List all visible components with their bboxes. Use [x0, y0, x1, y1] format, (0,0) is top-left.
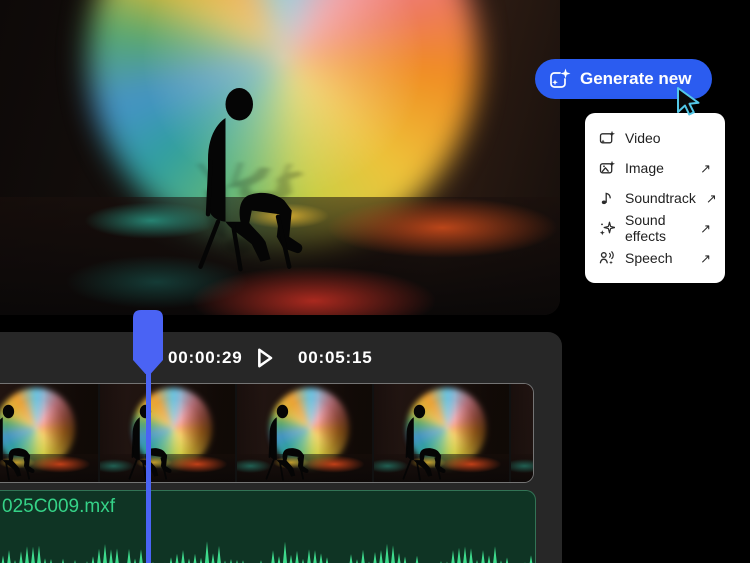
filmstrip-frame — [100, 384, 235, 482]
speech-icon — [599, 251, 614, 265]
video-clip-track[interactable] — [0, 383, 534, 483]
generate-dropdown-menu: Video Image ↗ Soundtrack ↗ Sound effects… — [585, 113, 725, 283]
music-note-icon — [601, 192, 611, 205]
timeline-panel: 00:00:29 00:05:15 025C009.mxf — [0, 332, 562, 563]
external-link-icon: ↗ — [700, 220, 711, 236]
playhead-handle[interactable] — [133, 310, 163, 376]
image-generate-icon — [599, 160, 615, 174]
filmstrip-frame — [374, 384, 509, 482]
menu-item-soundtrack[interactable]: Soundtrack ↗ — [585, 183, 725, 213]
menu-item-speech-label: Speech — [625, 250, 673, 266]
video-preview[interactable] — [0, 0, 560, 315]
current-timecode: 00:00:29 — [168, 347, 243, 367]
play-icon — [258, 348, 273, 368]
filmstrip — [0, 384, 533, 482]
transport-bar: 00:00:29 00:05:15 — [0, 332, 562, 383]
play-button[interactable] — [250, 344, 278, 372]
video-generate-icon — [599, 130, 615, 144]
menu-item-soundtrack-label: Soundtrack — [625, 190, 696, 206]
menu-item-video-label: Video — [625, 130, 661, 146]
external-link-icon: ↗ — [700, 250, 711, 266]
clip-name-label: 025C009.mxf — [2, 496, 116, 517]
menu-item-image-label: Image — [625, 160, 664, 176]
seated-person-silhouette — [168, 84, 318, 272]
menu-item-image[interactable]: Image ↗ — [585, 153, 725, 183]
menu-item-sound-effects[interactable]: Sound effects ↗ — [585, 212, 725, 244]
duration-timecode: 00:05:15 — [298, 347, 373, 367]
audio-waveform — [1, 541, 533, 563]
audio-clip-track[interactable]: 025C009.mxf — [0, 490, 536, 563]
mouse-cursor-icon — [677, 87, 700, 116]
menu-item-sound-effects-label: Sound effects — [625, 212, 666, 244]
menu-item-speech[interactable]: Speech ↗ — [585, 243, 725, 273]
external-link-icon: ↗ — [705, 190, 717, 206]
filmstrip-frame — [0, 384, 98, 482]
generate-sparkle-icon — [550, 68, 571, 88]
filmstrip-frame — [511, 384, 533, 482]
menu-item-video[interactable]: Video — [585, 123, 725, 153]
sparkle-icon — [599, 221, 615, 236]
filmstrip-frame — [237, 384, 372, 482]
app-screen: Generate new Video Image ↗ Soundtrack ↗ … — [0, 0, 750, 563]
external-link-icon: ↗ — [700, 160, 711, 176]
playhead[interactable] — [133, 310, 163, 563]
